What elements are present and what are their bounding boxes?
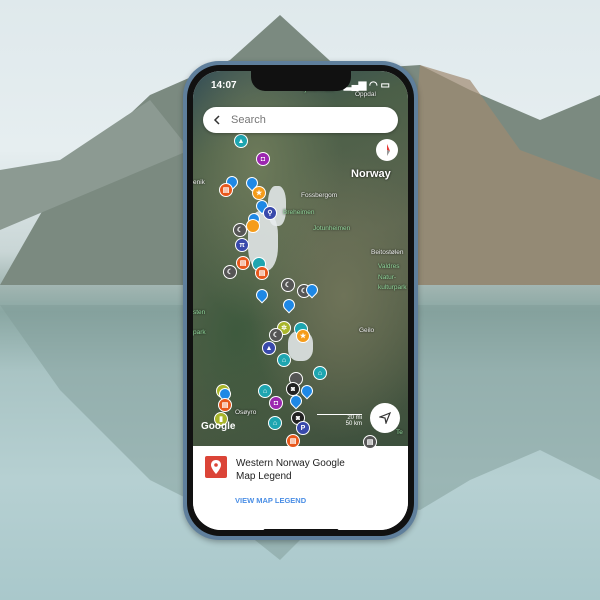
night-marker[interactable]: ☾ [269,328,283,342]
map-label: Natur- [378,274,397,281]
map-pin-icon [205,456,227,478]
card-title: Western Norway Google Map Legend [236,458,345,482]
compass-button[interactable] [376,139,398,161]
night-marker[interactable]: ▤ [363,435,377,449]
camping-marker[interactable]: ▲ [262,341,276,355]
legend-card[interactable]: Western Norway Google Map Legend VIEW MA… [193,446,408,530]
map-label: Osøyro [235,409,257,416]
map-pin-marker[interactable] [253,286,271,304]
map-label: Beitostølen [371,249,404,256]
parking-marker[interactable]: P [296,421,310,435]
map-label: Breheimen [283,209,315,216]
map-label: Jotunheimen [313,225,351,232]
map-label-country: Norway [351,168,391,180]
night-marker[interactable]: ☾ [233,223,247,237]
search-bar[interactable]: Search [203,107,398,133]
photo-marker[interactable]: ◙ [286,382,300,396]
viewpoint-marker[interactable]: ★ [252,186,266,200]
lodging-marker[interactable]: ▤ [286,434,300,448]
lodging-marker[interactable]: ▤ [255,266,269,280]
map-label: Geilo [359,327,375,334]
map-label: Valdres [378,263,400,270]
my-location-button[interactable] [370,403,400,433]
navigation-arrow-icon [379,412,391,424]
night-marker[interactable]: ☾ [281,278,295,292]
scale-metric: 50 km [345,421,362,427]
map-label: Fossbergom [301,192,338,199]
caravan-marker[interactable]: ◘ [269,396,283,410]
map-label: sten [193,309,206,316]
waterfall-marker[interactable]: ⌂ [277,353,291,367]
lodging-marker[interactable]: ▤ [236,256,250,270]
camping-marker[interactable]: ⚲ [263,206,277,220]
map-label: kulturpark [378,284,407,291]
phone-notch [250,71,351,91]
waterfall-marker[interactable]: ⌂ [268,416,282,430]
phone-screen: fjellområde Oppdal Norway Fossbergom Bre… [193,71,408,530]
home-indicator [263,529,338,530]
back-arrow-icon[interactable] [213,115,221,125]
view-map-legend-link[interactable]: VIEW MAP LEGEND [235,496,306,505]
map-label: Oppdal [355,91,376,98]
viewpoint-marker[interactable] [246,219,260,233]
map-pin-marker[interactable] [280,296,298,314]
lodging-marker[interactable]: ▤ [219,183,233,197]
compass-icon [387,144,390,156]
night-marker[interactable]: ☾ [223,265,237,279]
status-icons: ▂▄▆ ◠ ▭ [343,80,390,91]
waterfall-marker[interactable]: ⌂ [258,384,272,398]
search-input[interactable]: Search [231,114,266,126]
caravan-marker[interactable]: ◘ [256,152,270,166]
waterfall-marker[interactable]: ▲ [234,134,248,148]
google-attribution: Google [201,421,236,432]
waterfall-marker[interactable]: ⌂ [313,366,327,380]
map-label: Te [396,429,403,436]
lodging-marker[interactable]: ▤ [218,398,232,412]
viewpoint-marker[interactable]: ★ [296,329,310,343]
status-time: 14:07 [211,80,237,91]
phone-frame: fjellområde Oppdal Norway Fossbergom Bre… [183,61,418,540]
map-scale: 20 mi 50 km [317,414,362,427]
camping-marker[interactable]: π [235,238,249,252]
map-label: park [193,329,206,336]
map-label: enik [193,179,205,186]
